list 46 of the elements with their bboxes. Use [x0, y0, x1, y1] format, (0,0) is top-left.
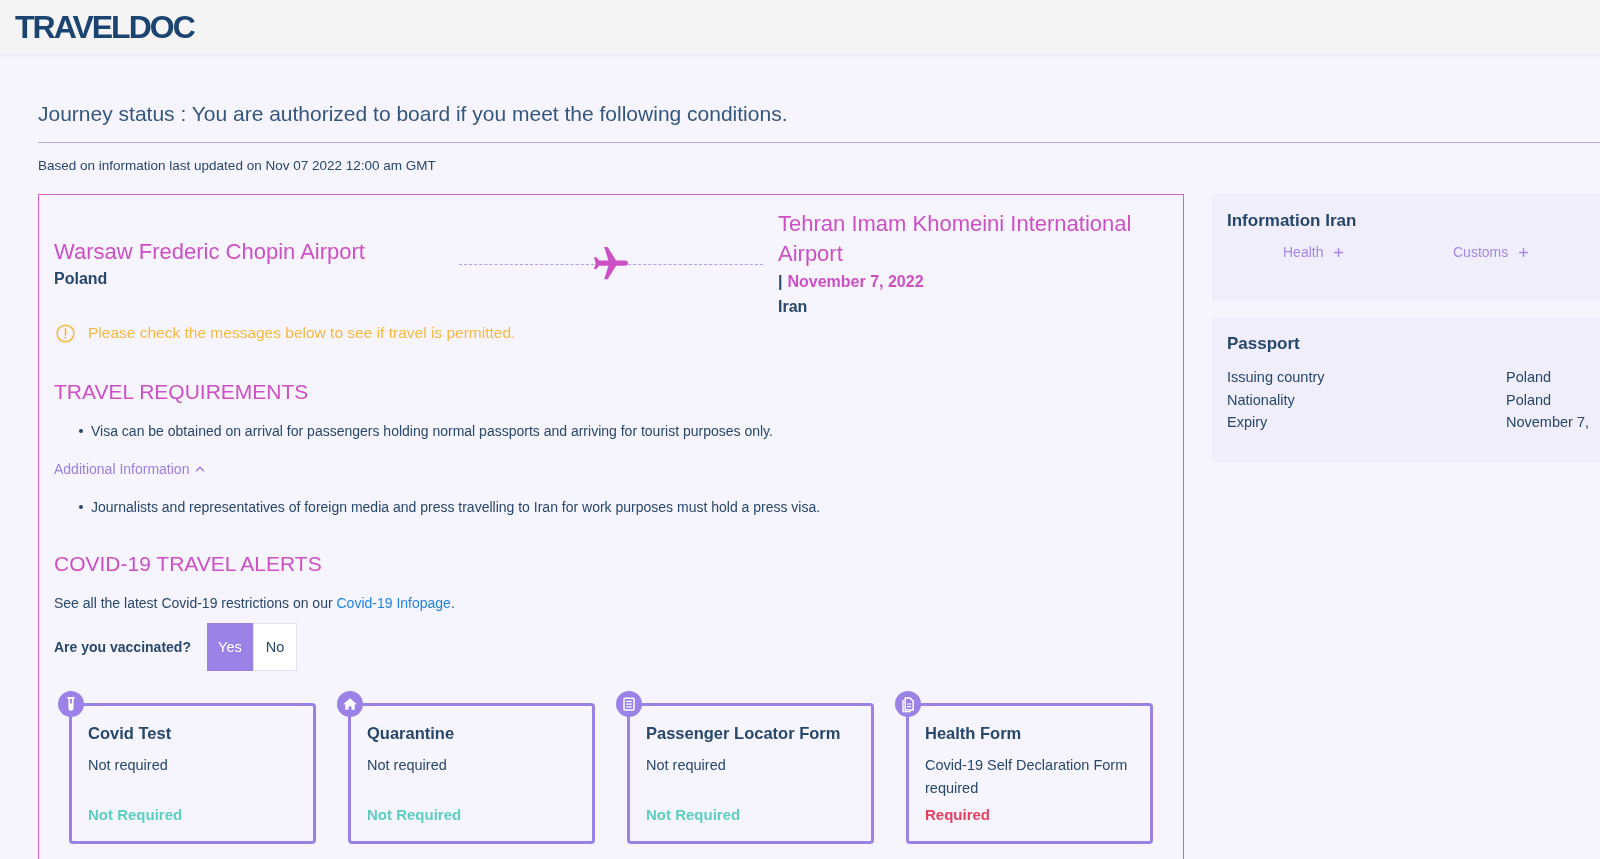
arrival-airport: Tehran Imam Khomeini International Airport: [778, 210, 1133, 268]
requirement-status: Not Required: [88, 805, 184, 825]
last-updated-text: Based on information last updated on Nov 07 2022 12:00 am GMT: [38, 157, 437, 175]
vaccination-option-button[interactable]: No: [252, 623, 297, 671]
field-label: Expiry: [1227, 413, 1269, 432]
arrival-date: November 7, 2022: [787, 273, 924, 290]
arrival-country: Iran: [778, 297, 809, 317]
separator-text: |: [778, 273, 783, 290]
departure-country: Poland: [54, 269, 109, 289]
journey-status-title: Journey status : You are authorized to board if you meet the following conditions.: [38, 99, 1600, 143]
infopage-link[interactable]: Covid-19 Infopage: [336, 595, 451, 611]
card-title: Health Form: [925, 723, 1023, 744]
category-toggle[interactable]: Customs: [1453, 243, 1529, 261]
category-toggle[interactable]: Health: [1283, 243, 1344, 261]
departure-airport: Warsaw Frederic Chopin Airport: [54, 238, 366, 266]
card-description: Covid-19 Self Declaration Form required: [925, 756, 1129, 798]
field-value: Poland: [1506, 390, 1552, 410]
airplane-icon: [594, 247, 628, 281]
requirement-text: Journalists and representatives of foreign media and press travelling to Iran for work purposes must hold a press visa.: [91, 498, 821, 517]
field-label: Nationality: [1227, 390, 1296, 410]
vaccination-option-button[interactable]: Yes: [206, 623, 253, 671]
additional-information-toggle[interactable]: Additional Information: [54, 460, 206, 478]
card-description: Not required: [88, 756, 169, 775]
card-description: Not required: [367, 756, 448, 775]
warning-icon: [56, 323, 75, 343]
bullet-icon: [79, 505, 83, 509]
requirement-status: Not Required: [646, 805, 742, 825]
bullet-icon: [79, 429, 83, 433]
requirement-status: Not Required: [367, 805, 463, 825]
card-title: Covid Test: [88, 723, 173, 744]
covid-info-text: See all the latest Covid-19 restrictions on our Covid-19 Infopage.: [54, 594, 456, 613]
card-title: Passenger Locator Form: [646, 723, 842, 744]
card-description: Not required: [646, 756, 727, 775]
field-value: November 7,: [1506, 413, 1589, 432]
vaccinated-question: Are you vaccinated?: [54, 639, 191, 655]
field-label: Issuing country: [1227, 368, 1326, 387]
requirement-status: Required: [925, 805, 991, 825]
panel-title: Passport: [1227, 334, 1301, 354]
warning-message: Please check the messages below to see if travel is permitted.: [88, 323, 516, 343]
field-value: Poland: [1506, 368, 1552, 387]
section-heading: TRAVEL REQUIREMENTS: [54, 379, 310, 405]
requirement-text: Visa can be obtained on arrival for passengers holding normal passports and arriving for tourist purposes only.: [91, 422, 773, 441]
section-heading: COVID-19 TRAVEL ALERTS: [54, 551, 323, 577]
panel-title: Information Iran: [1227, 211, 1358, 231]
card-title: Quarantine: [367, 723, 456, 744]
logo[interactable]: TRAVELDOC: [15, 10, 194, 44]
